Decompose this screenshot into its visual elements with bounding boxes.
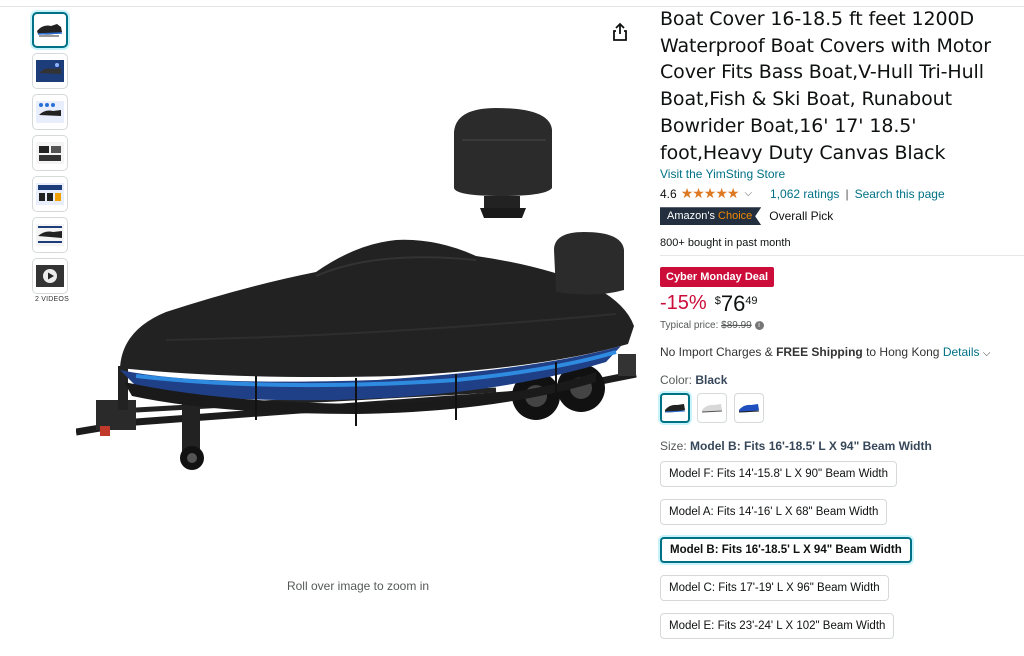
swatch-blue[interactable] [734, 393, 764, 424]
shipping-destination: to Hong Kong [866, 345, 940, 360]
price-whole: 76 [720, 291, 746, 317]
rating-row: 4.6 ★★★★★ ⌵ 1,062 ratings | Search this … [660, 185, 1020, 202]
badge-suffix: Choice [718, 210, 753, 223]
star-rating-icon[interactable]: ★★★★★ [681, 185, 740, 202]
size-option-model-a[interactable]: Model A: Fits 14'-16' L X 68" Beam Width [660, 499, 888, 526]
color-label: Color: [660, 373, 693, 388]
swatch-grey[interactable] [697, 393, 727, 424]
discount-percent: -15% [660, 292, 707, 315]
size-option-model-f[interactable]: Model F: Fits 14'-15.8' L X 90" Beam Wid… [660, 461, 897, 488]
thumbnail-4[interactable] [32, 135, 68, 171]
badge-text: Overall Pick [769, 209, 834, 224]
size-row: Size: Model B: Fits 16'-18.5' L X 94" Be… [660, 439, 1020, 453]
color-row: Color: Black [660, 373, 1020, 387]
thumbnail-3[interactable] [32, 94, 68, 130]
search-page-link[interactable]: Search this page [855, 187, 945, 201]
zoom-hint: Roll over image to zoom in [286, 579, 430, 593]
motor-cover-image [454, 108, 552, 218]
amazons-choice-badge[interactable]: Amazon's Choice [660, 207, 762, 226]
info-icon[interactable]: i [754, 321, 764, 331]
typical-price: Typical price: $89.99 i [660, 320, 1020, 331]
shipping-prefix: No Import Charges & [660, 345, 773, 360]
ratings-count-link[interactable]: 1,062 ratings [770, 187, 839, 201]
badge-prefix: Amazon's [667, 210, 715, 223]
deal-badge: Cyber Monday Deal [660, 267, 775, 288]
main-product-image[interactable] [76, 100, 641, 480]
product-details: Boat Cover 16-18.5 ft feet 1200D Waterpr… [660, 6, 1024, 643]
videos-label: 2 VIDEOS [35, 296, 69, 303]
thumbnail-5[interactable] [32, 176, 68, 212]
store-link[interactable]: Visit the YimSting Store [660, 167, 1020, 181]
thumbnail-strip: 2 VIDEOS [32, 12, 72, 303]
color-value: Black [695, 373, 728, 388]
video-thumbnail[interactable] [32, 258, 68, 294]
size-option-model-e[interactable]: Model E: Fits 23'-24' L X 102" Beam Widt… [660, 613, 895, 640]
bought-count: 800+ bought in past month [660, 237, 791, 250]
chevron-down-icon[interactable]: ⌵ [744, 188, 752, 199]
color-swatches [660, 393, 1020, 424]
shipping-details-link[interactable]: Details [943, 345, 980, 359]
size-value: Model B: Fits 16'-18.5' L X 94" Beam Wid… [690, 439, 932, 454]
amazons-choice-row: Amazon's Choice Overall Pick [660, 207, 1020, 226]
price-fraction: 49 [745, 295, 758, 308]
typical-price-label: Typical price: [660, 320, 719, 332]
typical-price-value: $89.99 [721, 320, 752, 332]
swatch-black[interactable] [660, 393, 690, 424]
product-title: Boat Cover 16-18.5 ft feet 1200D Waterpr… [660, 8, 991, 164]
price-row: -15% $ 76 49 [660, 292, 1020, 316]
thumbnail-2[interactable] [32, 53, 68, 89]
thumbnail-1[interactable] [32, 12, 68, 48]
shipping-info: No Import Charges & FREE Shipping to Hon… [660, 345, 1020, 359]
separator: | [845, 186, 849, 201]
thumbnail-6[interactable] [32, 217, 68, 253]
free-shipping: FREE Shipping [776, 345, 863, 360]
share-icon[interactable] [610, 22, 630, 42]
rating-value: 4.6 [660, 186, 677, 201]
chevron-down-icon[interactable]: ⌵ [983, 348, 991, 359]
size-option-model-b[interactable]: Model B: Fits 16'-18.5' L X 94" Beam Wid… [660, 537, 912, 564]
section-divider [660, 255, 1024, 257]
size-option-model-c[interactable]: Model C: Fits 17'-19' L X 96" Beam Width [660, 575, 889, 602]
size-label: Size: [660, 439, 687, 454]
